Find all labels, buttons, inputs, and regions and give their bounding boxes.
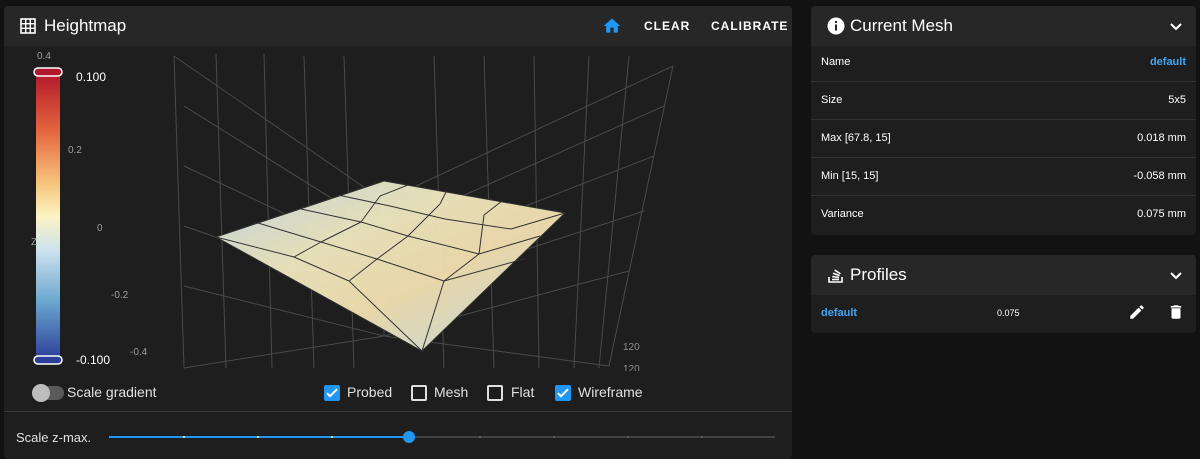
divider <box>4 411 792 412</box>
colorbar-min-handle[interactable] <box>33 355 63 365</box>
z-axis-tick: -0.4 <box>130 347 148 358</box>
heightmap-3d-plot[interactable] <box>4 46 792 371</box>
mesh-row-name: Name default <box>811 44 1196 82</box>
mesh-row-variance: Variance 0.075 mm <box>811 196 1196 234</box>
slider-tick <box>183 436 185 438</box>
home-icon[interactable] <box>602 16 622 36</box>
row-value[interactable]: default <box>1150 56 1186 68</box>
probed-checkbox[interactable] <box>324 385 340 401</box>
scale-gradient-label: Scale gradient <box>67 384 157 400</box>
slider-tick <box>331 436 333 438</box>
check-icon <box>557 388 569 398</box>
slider-thumb[interactable] <box>402 431 415 443</box>
info-icon <box>827 17 845 35</box>
row-key: Name <box>821 56 851 68</box>
current-mesh-title: Current Mesh <box>850 16 953 35</box>
chevron-down-icon[interactable] <box>1166 16 1186 36</box>
profiles-title: Profiles <box>850 265 907 284</box>
wireframe-label: Wireframe <box>578 384 643 400</box>
row-key: Variance <box>821 208 864 220</box>
stack-icon <box>828 269 843 283</box>
pencil-icon[interactable] <box>1128 303 1146 321</box>
row-key: Size <box>821 94 843 106</box>
scale-zmax-slider[interactable] <box>109 431 775 443</box>
row-value: 0.075 mm <box>1137 208 1186 220</box>
toggle-knob <box>32 384 50 402</box>
heightmap-card: Heightmap CLEAR CALIBRATE 0.4 0.2 0 -0.2… <box>4 6 792 459</box>
current-mesh-header: Current Mesh <box>811 6 1196 46</box>
z-axis-tick: 0.4 <box>37 51 51 62</box>
z-axis-label: Z <box>31 237 38 248</box>
row-value: 0.018 mm <box>1137 132 1186 144</box>
app-root: Heightmap CLEAR CALIBRATE 0.4 0.2 0 -0.2… <box>0 0 1200 459</box>
flat-label: Flat <box>511 384 535 400</box>
flat-checkbox[interactable] <box>487 385 503 401</box>
grid-icon <box>20 18 36 34</box>
colorbar-max-label: 0.100 <box>76 70 107 84</box>
scale-gradient-toggle[interactable] <box>32 384 64 402</box>
heightmap-plot[interactable]: 0.4 0.2 0 -0.2 -0.4 Z 0.100 -0.100 120 1… <box>4 46 792 371</box>
slider-tick <box>553 436 555 438</box>
slider-tick <box>479 436 481 438</box>
wireframe-checkbox[interactable] <box>555 385 571 401</box>
trash-icon[interactable] <box>1167 303 1185 321</box>
colorbar-max-handle[interactable] <box>33 67 63 77</box>
profiles-card: Profiles default 0.075 <box>811 255 1196 333</box>
chevron-down-icon[interactable] <box>1166 265 1186 285</box>
slider-tick <box>701 436 703 438</box>
heightmap-title: Heightmap <box>44 16 127 35</box>
mesh-row-max: Max [67.8, 15] 0.018 mm <box>811 120 1196 158</box>
mesh-row-size: Size 5x5 <box>811 82 1196 120</box>
profiles-header: Profiles <box>811 255 1196 295</box>
check-icon <box>326 388 338 398</box>
colorbar-min-label: -0.100 <box>76 353 111 367</box>
slider-tick <box>627 436 629 438</box>
current-mesh-card: Current Mesh Name default Size 5x5 Max [… <box>811 6 1196 235</box>
x-axis-tick: 120 <box>623 342 640 353</box>
profile-variance: 0.075 <box>997 308 1020 318</box>
z-axis-tick: 0 <box>97 223 103 234</box>
z-axis-tick: 0.2 <box>68 145 82 156</box>
profile-name-link[interactable]: default <box>821 307 857 319</box>
mesh-row-min: Min [15, 15] -0.058 mm <box>811 158 1196 196</box>
clear-button[interactable]: CLEAR <box>644 19 690 33</box>
mesh-checkbox[interactable] <box>411 385 427 401</box>
row-key: Min [15, 15] <box>821 170 879 182</box>
probed-label: Probed <box>347 384 393 400</box>
calibrate-button[interactable]: CALIBRATE <box>711 19 788 33</box>
row-value: 5x5 <box>1168 94 1186 106</box>
slider-tick <box>257 436 259 438</box>
scale-zmax-label: Scale z-max. <box>16 430 92 445</box>
row-value: -0.058 mm <box>1133 170 1186 182</box>
colorbar <box>36 73 60 359</box>
row-key: Max [67.8, 15] <box>821 132 891 144</box>
heightmap-header: Heightmap CLEAR CALIBRATE <box>4 6 792 46</box>
z-axis-tick: -0.2 <box>111 290 129 301</box>
mesh-label: Mesh <box>434 384 469 400</box>
y-axis-tick: 120 <box>623 364 640 371</box>
